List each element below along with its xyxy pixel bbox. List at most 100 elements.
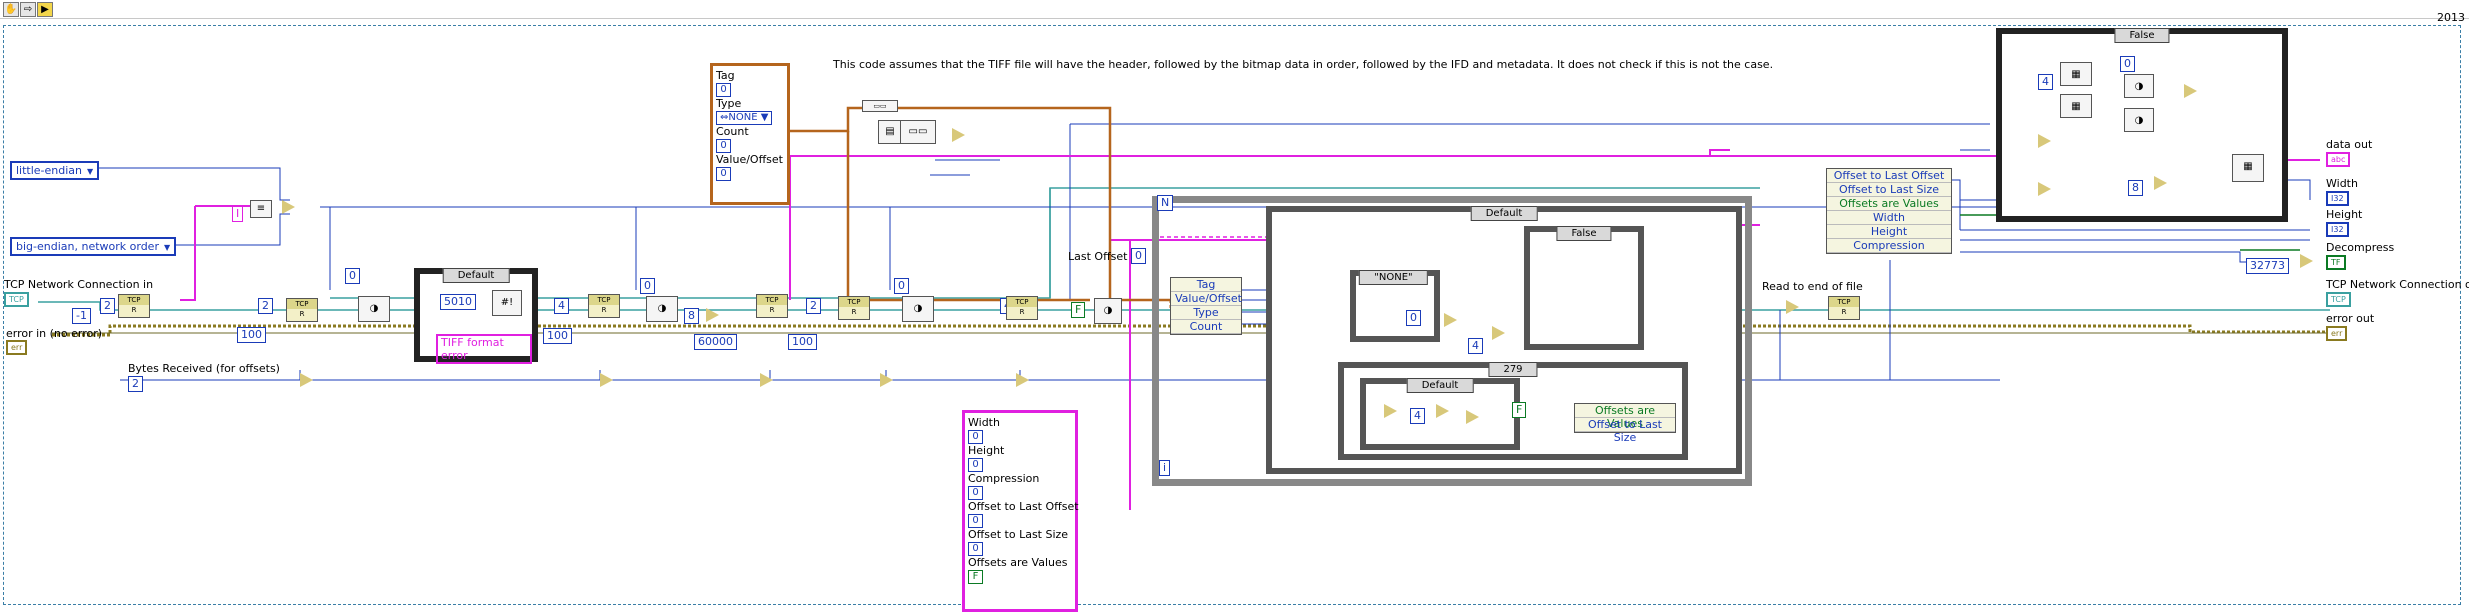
case-selector-false[interactable]: False bbox=[1556, 226, 1612, 241]
sixty-thousand-constant[interactable]: 60000 bbox=[694, 334, 737, 350]
last-offset-constant[interactable]: 0 bbox=[1131, 248, 1146, 264]
hundred-constant-a[interactable]: 100 bbox=[237, 327, 266, 343]
last-offset-label: Last Offset bbox=[1068, 250, 1128, 263]
case-selector-279[interactable]: 279 bbox=[1488, 362, 1538, 377]
two-constant-d[interactable]: 2 bbox=[806, 298, 821, 314]
compression-value[interactable]: 0 bbox=[968, 486, 983, 500]
tiff-format-error-constant[interactable]: TIFF format error bbox=[436, 334, 532, 364]
tcp-out-label: TCP Network Connection out bbox=[2326, 278, 2469, 291]
two-constant-b[interactable]: 2 bbox=[258, 298, 273, 314]
tag-cluster-constant[interactable]: Tag 0 Type ⇔NONE ▼ Count 0 Value/Offset … bbox=[710, 63, 790, 205]
read-to-end-label: Read to end of file bbox=[1762, 280, 1863, 293]
unbundle-tag: Tag bbox=[1171, 278, 1241, 292]
zero-constant-b[interactable]: 0 bbox=[640, 278, 655, 294]
tcp-read-node-10: ▦ bbox=[2232, 154, 2264, 182]
add-node-2 bbox=[600, 373, 613, 387]
info-cluster-constant[interactable]: Width 0 Height 0 Compression 0 Offset to… bbox=[962, 410, 1079, 612]
four-constant-a[interactable]: 4 bbox=[554, 298, 569, 314]
unbundle-by-name-info[interactable]: Offset to Last Offset Offset to Last Siz… bbox=[1826, 168, 1952, 254]
value-offset-value[interactable]: 0 bbox=[716, 167, 731, 181]
unbundle-compression: Compression bbox=[1827, 239, 1951, 253]
count-label: Count bbox=[716, 125, 749, 138]
case-structure-offsets[interactable]: False 4 0 ▦ ▦ ◑ ◑ 8 ▦ bbox=[1996, 28, 2288, 222]
eight-constant-b[interactable]: 8 bbox=[2128, 180, 2143, 196]
tcp-in-terminal[interactable]: TCP bbox=[4, 292, 29, 307]
false-constant[interactable]: F bbox=[1071, 302, 1086, 318]
compare-node-1 bbox=[706, 308, 719, 322]
case-selector-tag[interactable]: Default bbox=[1470, 206, 1538, 221]
case-selector-offsets[interactable]: False bbox=[2114, 28, 2170, 43]
error-out-terminal: err bbox=[2326, 326, 2348, 341]
tcp-read-node-6[interactable]: TCP R bbox=[1006, 296, 1038, 320]
format-node: ▭▭ bbox=[900, 120, 936, 144]
chevron-down-icon: ▼ bbox=[87, 167, 94, 176]
case-selector-none[interactable]: "NONE" bbox=[1359, 270, 1428, 285]
two-constant-a[interactable]: 2 bbox=[100, 298, 115, 314]
four-constant-c[interactable]: 4 bbox=[1468, 338, 1483, 354]
four-constant-d[interactable]: 4 bbox=[1410, 408, 1425, 424]
tcp-read-node-7[interactable]: TCP R bbox=[1828, 296, 1860, 320]
equal-node bbox=[2300, 254, 2313, 268]
multiply-node-1 bbox=[952, 128, 965, 142]
width-label: Width bbox=[968, 416, 1000, 429]
zero-constant-c[interactable]: 0 bbox=[894, 278, 909, 294]
zero-constant-d[interactable]: 0 bbox=[1406, 310, 1421, 326]
width-out-label: Width bbox=[2326, 177, 2358, 190]
error-out-label: error out bbox=[2326, 312, 2375, 325]
bundle-by-name-inner[interactable]: Offsets are Values Offset to Last Size bbox=[1574, 403, 1676, 444]
tcp-read-node-1[interactable]: TCP R bbox=[118, 294, 150, 318]
case-selector-default-inner[interactable]: Default bbox=[1406, 378, 1474, 393]
type-label: Type bbox=[716, 97, 742, 110]
case-structure-error[interactable]: Default 5010 #! TIFF format error bbox=[414, 268, 538, 364]
error-in-terminal[interactable]: err bbox=[6, 340, 28, 355]
data-out-terminal: abc bbox=[2326, 152, 2351, 167]
height-label: Height bbox=[968, 444, 1005, 457]
big-endian-constant[interactable]: big-endian, network order ▼ bbox=[10, 237, 177, 256]
hundred-constant-c[interactable]: 100 bbox=[788, 334, 817, 350]
type-dropdown[interactable]: ⇔NONE ▼ bbox=[716, 111, 773, 125]
tcp-read-node-9: ▦ bbox=[2060, 94, 2092, 118]
case-structure-none[interactable]: "NONE" bbox=[1350, 270, 1440, 342]
compression-const-32773[interactable]: 32773 bbox=[2246, 258, 2289, 274]
chevron-down-icon: ▼ bbox=[163, 243, 171, 252]
width-value[interactable]: 0 bbox=[968, 430, 983, 444]
tcp-out-terminal: TCP bbox=[2326, 292, 2351, 307]
value-offset-label: Value/Offset bbox=[716, 153, 783, 166]
zero-constant-e[interactable]: 0 bbox=[2120, 56, 2135, 72]
subtract-node bbox=[1384, 404, 1397, 418]
unbundle-offset-size: Offset to Last Size bbox=[1827, 183, 1951, 197]
tcp-read-node-5[interactable]: TCP R bbox=[838, 296, 870, 320]
i-constant[interactable]: I bbox=[232, 206, 244, 222]
bundle-offset-size: Offset to Last Size bbox=[1575, 418, 1675, 444]
count-value[interactable]: 0 bbox=[716, 139, 731, 153]
offset-size-value[interactable]: 0 bbox=[968, 542, 983, 556]
offsets-values-label: Offsets are Values bbox=[968, 556, 1068, 569]
little-endian-constant[interactable]: little-endian ▼ bbox=[10, 161, 100, 180]
tcp-read-node-2[interactable]: TCP R bbox=[286, 298, 318, 322]
height-value[interactable]: 0 bbox=[968, 458, 983, 472]
error-code-constant[interactable]: 5010 bbox=[440, 294, 476, 310]
unbundle-by-name-tag[interactable]: Tag Value/Offset Type Count bbox=[1170, 277, 1242, 335]
eight-constant[interactable]: 8 bbox=[684, 308, 699, 324]
add-node-4 bbox=[880, 373, 893, 387]
case-structure-false-inner[interactable]: False bbox=[1524, 226, 1644, 350]
case-selector[interactable]: Default bbox=[442, 268, 510, 283]
bytes-received-constant[interactable]: 2 bbox=[128, 376, 143, 392]
unbundle-offsets-values: Offsets are Values bbox=[1827, 197, 1951, 211]
tag-value[interactable]: 0 bbox=[716, 83, 731, 97]
data-out-label: data out bbox=[2326, 138, 2373, 151]
width-out-terminal: I32 bbox=[2326, 191, 2349, 206]
hundred-constant-b[interactable]: 100 bbox=[543, 328, 572, 344]
unbundle-node: ≡ bbox=[250, 200, 272, 218]
error-cluster-node: #! bbox=[492, 290, 522, 316]
neg-one-constant[interactable]: -1 bbox=[72, 308, 91, 324]
offsets-values-value[interactable]: F bbox=[968, 570, 983, 584]
offset-last-value[interactable]: 0 bbox=[968, 514, 983, 528]
unbundle-type: Type bbox=[1171, 306, 1241, 320]
four-constant-e[interactable]: 4 bbox=[2038, 74, 2053, 90]
tcp-read-node-3[interactable]: TCP R bbox=[588, 294, 620, 318]
zero-constant-a[interactable]: 0 bbox=[345, 268, 360, 284]
subtract-node-2 bbox=[1786, 300, 1799, 314]
tcp-read-node-4[interactable]: TCP R bbox=[756, 294, 788, 318]
false-constant-2[interactable]: F bbox=[1512, 402, 1527, 418]
